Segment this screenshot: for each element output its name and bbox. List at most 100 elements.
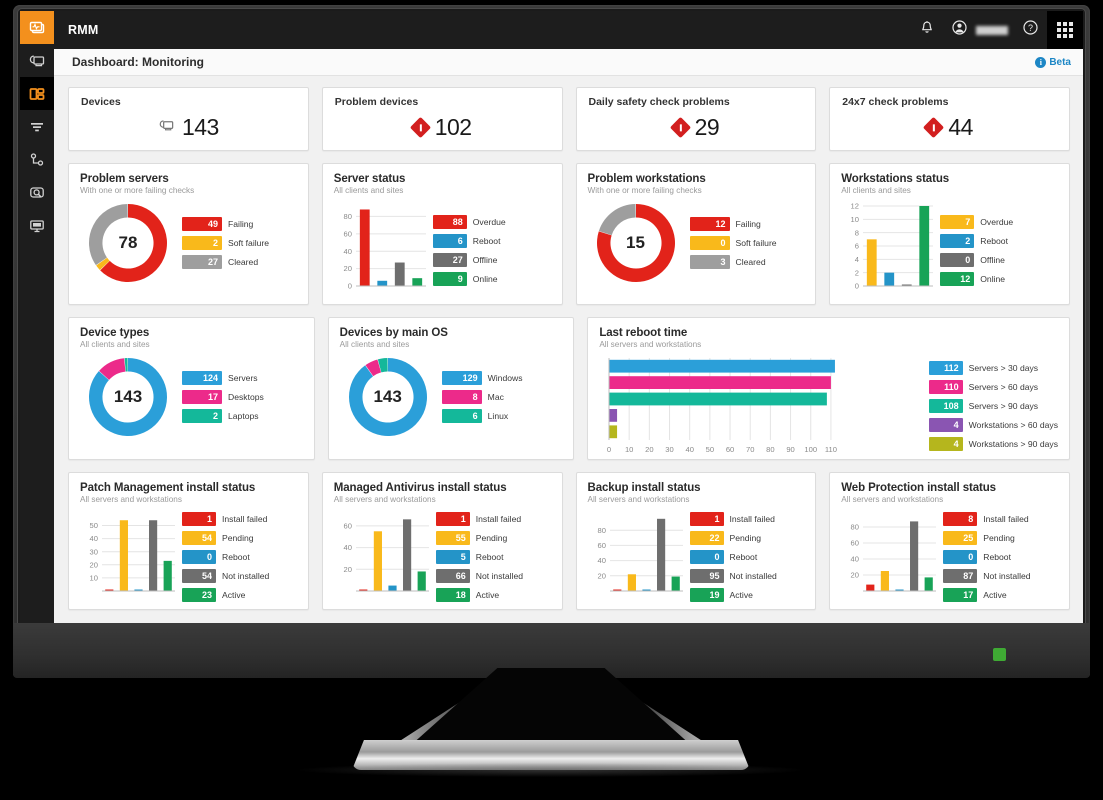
notifications-bell-button[interactable] bbox=[910, 11, 943, 49]
card-device-types[interactable]: Device types All clients and sites 143 124 S… bbox=[68, 317, 315, 460]
legend-item[interactable]: 23 Active bbox=[182, 588, 269, 602]
sidebar-item-search-monitor[interactable] bbox=[20, 176, 54, 209]
legend-item[interactable]: 1 Install failed bbox=[435, 512, 523, 526]
legend-item[interactable]: 8 Install failed bbox=[943, 512, 1030, 526]
bar[interactable] bbox=[609, 376, 832, 389]
legend-item[interactable]: 66 Not installed bbox=[435, 569, 523, 583]
legend-item[interactable]: 19 Active bbox=[689, 588, 777, 602]
legend-item[interactable]: 0 Reboot bbox=[689, 550, 777, 564]
user-account-button[interactable] bbox=[943, 11, 976, 49]
bar[interactable] bbox=[910, 521, 919, 591]
legend-item[interactable]: 27 Cleared bbox=[182, 255, 269, 269]
legend-item[interactable]: 12 Failing bbox=[689, 217, 777, 231]
legend-item[interactable]: 124 Servers bbox=[182, 371, 264, 385]
legend-item[interactable]: 4 Workstations > 90 days bbox=[928, 437, 1058, 451]
sidebar-item-remote-screen[interactable] bbox=[20, 209, 54, 242]
legend-item[interactable]: 1 Install failed bbox=[182, 512, 269, 526]
legend-item[interactable]: 2 Soft failure bbox=[182, 236, 269, 250]
app-grid-button[interactable] bbox=[1047, 11, 1083, 49]
bar[interactable] bbox=[867, 239, 877, 286]
legend-item[interactable]: 2 Reboot bbox=[940, 233, 1013, 248]
card-patch-management-install-status[interactable]: Patch Management install status All serve… bbox=[68, 472, 309, 610]
kpi-card-problem-devices[interactable]: Problem devices 102 bbox=[321, 87, 563, 151]
bar[interactable] bbox=[417, 571, 426, 591]
legend-item[interactable]: 129 Windows bbox=[441, 371, 523, 385]
legend-item[interactable]: 55 Pending bbox=[435, 531, 523, 545]
chart-title: Problem servers bbox=[80, 173, 169, 185]
bar[interactable] bbox=[884, 272, 895, 286]
legend-item[interactable]: 27 Offline bbox=[432, 252, 506, 267]
kpi-card-daily-safety-check-problems[interactable]: Daily safety check problems 29 bbox=[575, 87, 817, 151]
bar[interactable] bbox=[609, 409, 618, 422]
card-web-protection-install-status[interactable]: Web Protection install status All servers… bbox=[829, 472, 1070, 610]
legend-item[interactable]: 3 Cleared bbox=[689, 255, 777, 269]
legend-item[interactable]: 22 Pending bbox=[689, 531, 777, 545]
bar[interactable] bbox=[609, 359, 836, 373]
legend-item[interactable]: 0 Reboot bbox=[943, 550, 1030, 564]
legend-item[interactable]: 54 Pending bbox=[182, 531, 269, 545]
legend-item[interactable]: 108 Servers > 90 days bbox=[928, 399, 1058, 413]
card-managed-antivirus-install-status[interactable]: Managed Antivirus install status All serv… bbox=[321, 472, 563, 610]
card-problem-servers[interactable]: Problem servers With one or more failing … bbox=[68, 163, 309, 305]
legend-item[interactable]: 0 Offline bbox=[940, 252, 1013, 267]
kpi-card-24x7-check-problems[interactable]: 24x7 check problems 44 bbox=[829, 87, 1070, 151]
sidebar-item-dashboard[interactable] bbox=[20, 77, 54, 110]
legend-item[interactable]: 7 Overdue bbox=[940, 214, 1013, 229]
legend-item[interactable]: 6 Reboot bbox=[432, 233, 506, 248]
legend-item[interactable]: 6 Linux bbox=[441, 409, 523, 423]
bar[interactable] bbox=[609, 392, 828, 406]
legend-item[interactable]: 0 Reboot bbox=[182, 550, 269, 564]
beta-badge[interactable]: i Beta bbox=[1035, 56, 1071, 68]
sidebar-item-rmm-logo[interactable] bbox=[20, 11, 54, 44]
bar[interactable] bbox=[359, 209, 370, 286]
card-server-status[interactable]: Server status All clients and sites 0 20 40 6… bbox=[321, 163, 563, 305]
card-problem-workstations[interactable]: Problem workstations With one or more fai… bbox=[575, 163, 817, 305]
sidebar-item-topology[interactable] bbox=[20, 143, 54, 176]
legend-item[interactable]: 9 Online bbox=[432, 271, 506, 286]
legend-item[interactable]: 8 Mac bbox=[441, 390, 523, 404]
bar[interactable] bbox=[377, 280, 387, 286]
card-devices-by-main-os[interactable]: Devices by main OS All clients and sites 1… bbox=[327, 317, 575, 460]
legend-item[interactable]: 54 Not installed bbox=[182, 569, 269, 583]
card-backup-install-status[interactable]: Backup install status All servers and wor… bbox=[575, 472, 817, 610]
bar[interactable] bbox=[119, 520, 128, 591]
bar[interactable] bbox=[924, 577, 934, 591]
bar[interactable] bbox=[163, 560, 172, 591]
bar[interactable] bbox=[394, 262, 405, 286]
bar[interactable] bbox=[609, 425, 618, 439]
legend-item[interactable]: 112 Servers > 30 days bbox=[928, 361, 1058, 375]
bar[interactable] bbox=[919, 206, 930, 286]
bar[interactable] bbox=[881, 571, 890, 591]
legend-item[interactable]: 110 Servers > 60 days bbox=[928, 380, 1058, 394]
legend-item[interactable]: 17 Active bbox=[943, 588, 1030, 602]
donut-segment[interactable] bbox=[598, 204, 636, 236]
kpi-card-devices[interactable]: Devices 143 bbox=[68, 87, 309, 151]
bar[interactable] bbox=[866, 584, 875, 591]
legend-item[interactable]: 1 Install failed bbox=[689, 512, 777, 526]
help-button[interactable]: ? bbox=[1014, 11, 1047, 49]
legend-item[interactable]: 12 Online bbox=[940, 271, 1013, 286]
sidebar-item-devices[interactable] bbox=[20, 44, 54, 77]
sidebar-item-filter[interactable] bbox=[20, 110, 54, 143]
legend-item[interactable]: 87 Not installed bbox=[943, 569, 1031, 583]
legend-item[interactable]: 5 Reboot bbox=[435, 550, 523, 564]
legend-item[interactable]: 49 Failing bbox=[182, 217, 269, 231]
legend-item[interactable]: 88 Overdue bbox=[432, 214, 506, 229]
bar[interactable] bbox=[412, 278, 422, 286]
legend-item[interactable]: 17 Desktops bbox=[182, 390, 264, 404]
bar[interactable] bbox=[373, 531, 382, 591]
bar[interactable] bbox=[402, 519, 411, 591]
bar[interactable] bbox=[627, 574, 636, 591]
bar[interactable] bbox=[671, 576, 680, 591]
legend-item[interactable]: 18 Active bbox=[435, 588, 523, 602]
bar[interactable] bbox=[149, 520, 158, 591]
card-workstations-status[interactable]: Workstations status All clients and sites… bbox=[829, 163, 1070, 305]
legend-item[interactable]: 2 Laptops bbox=[182, 409, 264, 423]
bar[interactable] bbox=[388, 585, 397, 591]
legend-item[interactable]: 25 Pending bbox=[943, 531, 1030, 545]
bar[interactable] bbox=[656, 518, 665, 591]
legend-item[interactable]: 4 Workstations > 60 days bbox=[928, 418, 1058, 432]
card-last-reboot-time[interactable]: Last reboot time All servers and workstat… bbox=[587, 317, 1070, 460]
legend-item[interactable]: 95 Not installed bbox=[689, 569, 777, 583]
legend-item[interactable]: 0 Soft failure bbox=[689, 236, 777, 250]
